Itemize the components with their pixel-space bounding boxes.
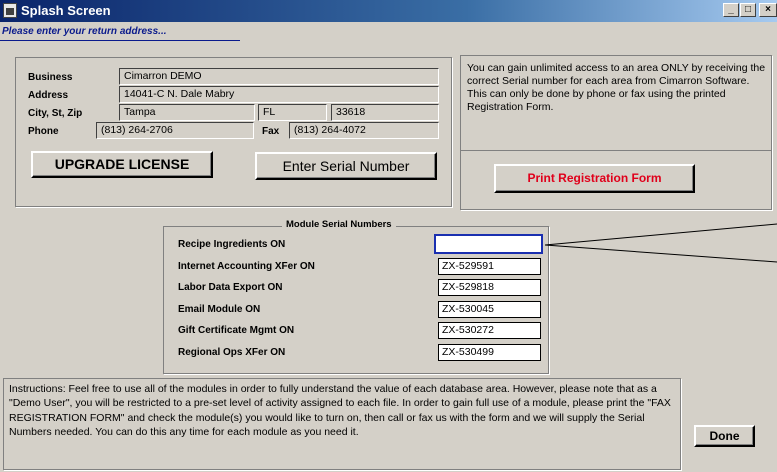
window-title: Splash Screen bbox=[21, 3, 111, 18]
fax-field[interactable]: (813) 264-4072 bbox=[289, 122, 439, 139]
module-label: Internet Accounting XFer ON bbox=[178, 261, 315, 272]
module-serial-input[interactable]: ZX-530045 bbox=[438, 301, 541, 318]
close-button[interactable]: × bbox=[759, 3, 777, 17]
business-label: Business bbox=[28, 72, 73, 83]
address-field[interactable]: 14041-C N. Dale Mabry bbox=[119, 86, 439, 103]
info-text: You can gain unlimited access to an area… bbox=[467, 62, 766, 113]
minimize-button[interactable]: _ bbox=[723, 3, 739, 17]
splash-window: Splash Screen _ □ × Please enter your re… bbox=[0, 0, 777, 472]
instructions-text: Instructions: Feel free to use all of th… bbox=[9, 383, 671, 438]
modules-title: Module Serial Numbers bbox=[282, 219, 396, 230]
subtitle: Please enter your return address... bbox=[2, 26, 167, 37]
city-label: City, St, Zip bbox=[28, 108, 83, 119]
state-field[interactable]: FL bbox=[258, 104, 327, 121]
done-button[interactable]: Done bbox=[694, 425, 755, 447]
address-label: Address bbox=[28, 90, 69, 101]
module-serial-input[interactable]: ZX-530272 bbox=[438, 322, 541, 339]
app-icon[interactable] bbox=[3, 3, 17, 18]
module-label: Labor Data Export ON bbox=[178, 282, 283, 293]
fax-label: Fax bbox=[262, 126, 280, 137]
upgrade-license-button[interactable]: UPGRADE LICENSE bbox=[31, 151, 213, 178]
module-serial-input[interactable]: ZX-529591 bbox=[438, 258, 541, 275]
print-registration-button[interactable]: Print Registration Form bbox=[494, 164, 695, 193]
phone-label: Phone bbox=[28, 126, 59, 137]
info-divider bbox=[461, 150, 771, 151]
phone-field[interactable]: (813) 264-2706 bbox=[96, 122, 254, 139]
module-label: Email Module ON bbox=[178, 304, 261, 315]
business-field[interactable]: Cimarron DEMO bbox=[119, 68, 439, 85]
maximize-button[interactable]: □ bbox=[740, 3, 756, 17]
module-label: Recipe Ingredients ON bbox=[178, 239, 286, 250]
title-bar[interactable]: Splash Screen _ □ × bbox=[0, 0, 777, 22]
module-label: Gift Certificate Mgmt ON bbox=[178, 325, 295, 336]
module-serial-input[interactable]: ZX-529818 bbox=[438, 279, 541, 296]
module-label: Regional Ops XFer ON bbox=[178, 347, 286, 358]
module-serial-input[interactable]: ZX-530499 bbox=[438, 344, 541, 361]
module-serial-input[interactable] bbox=[434, 234, 543, 254]
subtitle-underline bbox=[0, 40, 240, 41]
zip-field[interactable]: 33618 bbox=[331, 104, 439, 121]
city-field[interactable]: Tampa bbox=[119, 104, 255, 121]
enter-serial-button[interactable]: Enter Serial Number bbox=[255, 152, 437, 180]
